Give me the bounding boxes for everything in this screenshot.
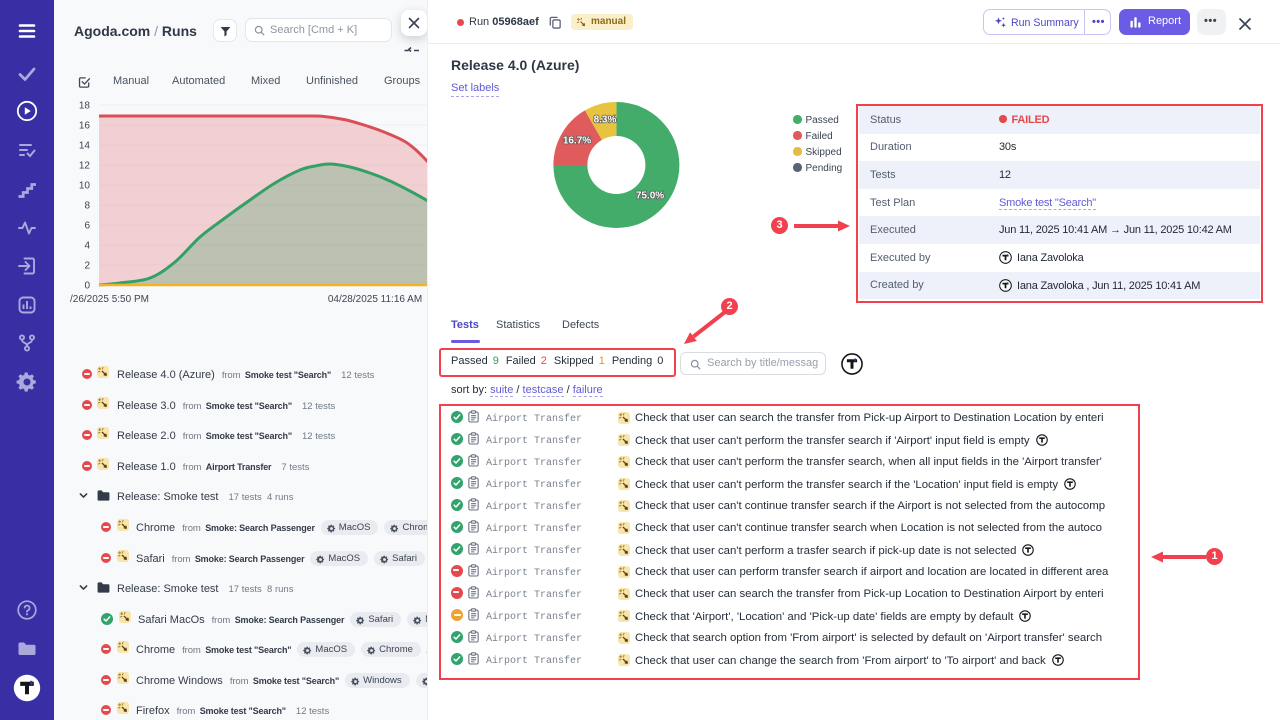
svg-text:/26/2025 5:50 PM: /26/2025 5:50 PM [70, 294, 149, 305]
svg-text:8.3%: 8.3% [594, 115, 617, 126]
svg-text:16: 16 [79, 121, 91, 132]
svg-text:18: 18 [79, 101, 91, 112]
svg-text:4: 4 [84, 241, 90, 252]
svg-text:8: 8 [84, 201, 90, 212]
svg-text:10: 10 [79, 181, 91, 192]
svg-text:0: 0 [84, 281, 90, 292]
svg-text:6: 6 [84, 221, 90, 232]
svg-text:04/28/2025 11:16 AM: 04/28/2025 11:16 AM [328, 294, 422, 305]
svg-text:2: 2 [84, 261, 90, 272]
svg-text:14: 14 [79, 141, 91, 152]
svg-text:12: 12 [79, 161, 91, 172]
svg-text:16.7%: 16.7% [563, 136, 591, 147]
svg-text:75.0%: 75.0% [636, 191, 664, 202]
